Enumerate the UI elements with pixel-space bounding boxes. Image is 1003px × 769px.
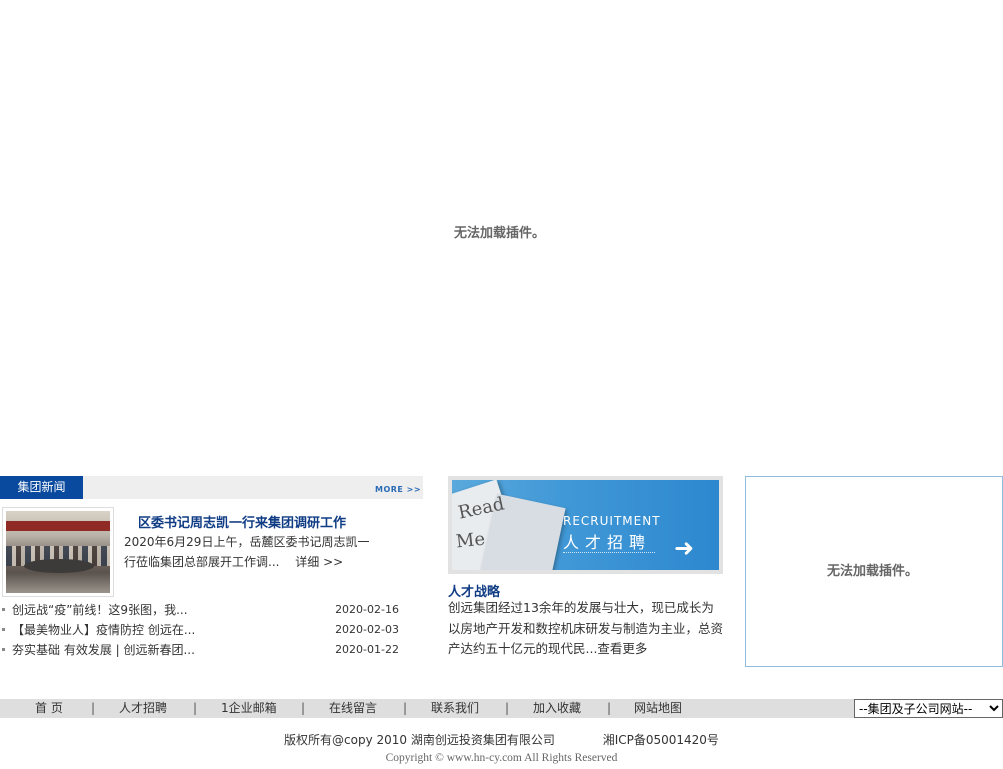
footer-link-careers[interactable]: 人才招聘 bbox=[119, 699, 167, 718]
recruitment-banner[interactable]: Read Me RECRUITMENT 人才招聘 ➜ bbox=[452, 480, 719, 570]
bullet-icon bbox=[2, 648, 5, 651]
copyright-line: 版权所有@copy 2010 湖南创远投资集团有限公司 湘ICP备0500142… bbox=[0, 731, 1003, 748]
recruitment-text: 创远集团经过13余年的发展与壮大，现已成长为以房地产开发和数控机床研发与制造为主… bbox=[448, 598, 726, 660]
banner-english-title: RECRUITMENT bbox=[563, 514, 661, 528]
news-item-date: 2020-02-03 bbox=[335, 623, 399, 636]
news-item-date: 2020-01-22 bbox=[335, 643, 399, 656]
subsidiary-site-select[interactable]: --集团及子公司网站-- bbox=[854, 699, 1003, 718]
arrow-right-icon: ➜ bbox=[674, 534, 695, 562]
recruitment-more-link[interactable]: 查看更多 bbox=[597, 641, 647, 656]
news-item-title[interactable]: 夯实基础 有效发展 | 创远新春团... bbox=[12, 640, 195, 660]
footer-separator: | bbox=[193, 701, 198, 715]
news-more-link[interactable]: MORE >> bbox=[375, 485, 421, 494]
footer-link-email[interactable]: 1企业邮箱 bbox=[221, 699, 277, 718]
footer-nav: 首 页 | 人才招聘 | 1企业邮箱 | 在线留言 | 联系我们 | 加入收藏 … bbox=[0, 699, 1003, 718]
copyright-english: Copyright © www.hn-cy.com All Rights Res… bbox=[385, 752, 618, 764]
bullet-icon bbox=[2, 608, 5, 611]
footer-link-contact[interactable]: 联系我们 bbox=[431, 699, 479, 718]
footer-separator: | bbox=[505, 701, 510, 715]
icp-number[interactable]: 湘ICP备05001420号 bbox=[603, 733, 719, 747]
list-item[interactable]: 【最美物业人】疫情防控 创远在... 2020-02-03 bbox=[0, 620, 400, 640]
footer-separator: | bbox=[607, 701, 612, 715]
footer-link-home[interactable]: 首 页 bbox=[35, 699, 63, 718]
banner-divider bbox=[563, 552, 655, 553]
meeting-photo bbox=[6, 511, 110, 593]
footer-separator: | bbox=[91, 701, 96, 715]
banner-paper-word: Me bbox=[454, 528, 487, 553]
copyright-text: 版权所有@copy 2010 湖南创远投资集团有限公司 bbox=[284, 733, 555, 747]
banner-chinese-title: 人才招聘 bbox=[563, 533, 652, 552]
footer-separator: | bbox=[403, 701, 408, 715]
news-item-date: 2020-02-16 bbox=[335, 603, 399, 616]
news-headline[interactable]: 区委书记周志凯一行来集团调研工作 bbox=[138, 512, 346, 531]
side-plugin-message: 无法加载插件。 bbox=[827, 564, 919, 579]
footer-separator: | bbox=[301, 701, 306, 715]
list-item[interactable]: 夯实基础 有效发展 | 创远新春团... 2020-01-22 bbox=[0, 640, 400, 660]
footer-link-favorite[interactable]: 加入收藏 bbox=[533, 699, 581, 718]
news-item-title[interactable]: 【最美物业人】疫情防控 创远在... bbox=[12, 620, 195, 640]
news-tab[interactable]: 集团新闻 bbox=[0, 476, 83, 499]
news-list: 创远战“疫”前线！这9张图，我... 2020-02-16 【最美物业人】疫情防… bbox=[0, 600, 400, 660]
news-thumbnail[interactable] bbox=[2, 507, 114, 597]
main-plugin-message: 无法加载插件。 bbox=[454, 226, 546, 241]
recruitment-text-body: 创远集团经过13余年的发展与壮大，现已成长为以房地产开发和数控机床研发与制造为主… bbox=[448, 600, 724, 656]
list-item[interactable]: 创远战“疫”前线！这9张图，我... 2020-02-16 bbox=[0, 600, 400, 620]
news-detail-link[interactable]: 详细 >> bbox=[295, 555, 343, 569]
side-plugin-box: 无法加载插件。 bbox=[745, 476, 1003, 667]
footer-link-sitemap[interactable]: 网站地图 bbox=[634, 699, 682, 718]
footer-link-message[interactable]: 在线留言 bbox=[329, 699, 377, 718]
news-summary: 2020年6月29日上午，岳麓区委书记周志凯一行莅临集团总部展开工作调... 详… bbox=[124, 532, 376, 572]
bullet-icon bbox=[2, 628, 5, 631]
news-item-title[interactable]: 创远战“疫”前线！这9张图，我... bbox=[12, 600, 188, 620]
